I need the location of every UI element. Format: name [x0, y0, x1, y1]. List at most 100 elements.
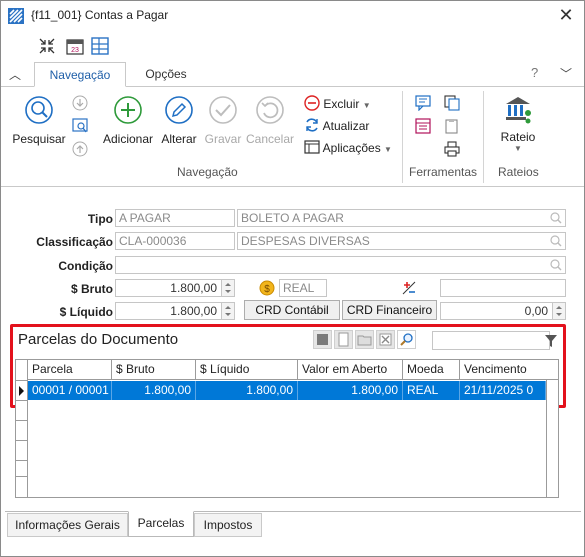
grid-header: Parcela $ Bruto $ Líquido Valor em Abert…: [28, 360, 558, 380]
extra-value-spinner[interactable]: [553, 302, 566, 320]
pesquisar-label: Pesquisar: [12, 132, 66, 146]
extra-field-top[interactable]: [440, 279, 566, 297]
liquido-label: $ Líquido: [59, 305, 113, 319]
tipo-code-field[interactable]: A PAGAR: [115, 209, 235, 227]
ribbon-tabs: ︿ Navegação Opções ? ﹀: [1, 62, 584, 87]
ribbon-expand-icon[interactable]: ﹀: [560, 65, 572, 82]
title-bar: {f11_001} Contas a Pagar ✕: [1, 1, 584, 31]
cell-parcela[interactable]: 00001 / 00001: [28, 381, 112, 400]
grid-layout-icon[interactable]: [90, 36, 110, 56]
refresh-icon: [306, 118, 318, 132]
window-title: {f11_001} Contas a Pagar: [31, 8, 169, 22]
help-icon[interactable]: ?: [531, 65, 538, 80]
close-icon[interactable]: ✕: [554, 5, 578, 27]
cell-moeda[interactable]: REAL: [403, 381, 460, 400]
tab-parcelas[interactable]: Parcelas: [128, 511, 194, 537]
grid-new-button[interactable]: [334, 330, 353, 349]
liquido-spinner[interactable]: [222, 302, 235, 320]
plus-minus-icon[interactable]: [401, 280, 417, 296]
grid-search-input[interactable]: [432, 331, 550, 350]
search-icon: [25, 96, 53, 124]
group-label-ferramentas: Ferramentas: [409, 165, 478, 179]
cell-vencimento[interactable]: 21/11/2025 0: [460, 381, 546, 400]
extra-value-field[interactable]: 0,00: [440, 302, 553, 320]
rateio-button[interactable]: Rateio ▼: [493, 93, 543, 153]
delete-icon: [304, 95, 320, 111]
printer-icon[interactable]: [444, 141, 460, 157]
tab-impostos[interactable]: Impostos: [194, 513, 262, 537]
tab-navegacao[interactable]: Navegação: [34, 62, 126, 87]
calendar-icon[interactable]: 23: [65, 36, 85, 56]
group-label-navegacao: Navegação: [177, 165, 238, 179]
report-icon[interactable]: [415, 118, 431, 134]
grid-vline: [546, 380, 547, 497]
grid-stop-button[interactable]: [313, 330, 332, 349]
condicao-field[interactable]: [115, 256, 566, 274]
bruto-spinner[interactable]: [222, 279, 235, 297]
table-row[interactable]: 00001 / 00001 1.800,00 1.800,00 1.800,00…: [28, 381, 546, 400]
arrow-down-icon[interactable]: [72, 95, 88, 111]
bottom-tabs-line: [5, 511, 581, 512]
liquido-field[interactable]: 1.800,00: [115, 302, 222, 320]
search-icon[interactable]: [549, 211, 563, 225]
col-header-liquido[interactable]: $ Líquido: [196, 360, 298, 380]
alterar-button[interactable]: Alterar: [156, 95, 202, 146]
stop-icon: [317, 334, 328, 345]
ribbon-collapse-icon[interactable]: ︿: [9, 66, 21, 83]
paste-icon[interactable]: [444, 118, 460, 134]
cancelar-button[interactable]: Cancelar: [244, 95, 296, 146]
pesquisar-button[interactable]: Pesquisar: [9, 95, 69, 146]
classificacao-label: Classificação: [36, 235, 113, 249]
atualizar-button[interactable]: Atualizar: [304, 117, 369, 135]
col-header-moeda[interactable]: Moeda: [403, 360, 460, 380]
ribbon-body: Pesquisar Adicionar Alterar Gravar Cance…: [1, 86, 584, 187]
message-icon[interactable]: [415, 95, 431, 111]
cell-bruto[interactable]: 1.800,00: [112, 381, 196, 400]
excluir-button[interactable]: Excluir ▼: [304, 95, 371, 113]
add-icon: [114, 96, 142, 124]
tipo-label: Tipo: [87, 212, 113, 226]
collapse-arrows-icon[interactable]: [37, 36, 57, 56]
search-icon[interactable]: [549, 258, 563, 272]
crd-contabil-button[interactable]: CRD Contábil: [244, 300, 340, 320]
cell-liquido[interactable]: 1.800,00: [196, 381, 298, 400]
pencil-icon: [165, 96, 193, 124]
grid-search-button[interactable]: [397, 330, 416, 349]
aplicacoes-button[interactable]: Aplicações ▼: [304, 139, 392, 157]
grid-open-button[interactable]: [355, 330, 374, 349]
col-header-vencimento[interactable]: Vencimento: [460, 360, 558, 380]
gravar-button[interactable]: Gravar: [200, 95, 246, 146]
cell-valor-aberto[interactable]: 1.800,00: [298, 381, 403, 400]
condicao-label: Condição: [58, 259, 113, 273]
grid-delete-button[interactable]: [376, 330, 395, 349]
tab-opcoes[interactable]: Opções: [131, 62, 201, 87]
search-icon[interactable]: [549, 234, 563, 248]
col-header-valor-aberto[interactable]: Valor em Aberto: [298, 360, 403, 380]
filter-icon[interactable]: [544, 334, 558, 348]
coin-icon: $: [259, 280, 275, 296]
aplicacoes-label: Aplicações: [322, 141, 381, 155]
aplicacoes-dropdown-icon: ▼: [384, 145, 392, 154]
bruto-field[interactable]: 1.800,00: [115, 279, 222, 297]
group-label-rateios: Rateios: [498, 165, 539, 179]
classificacao-code-field[interactable]: CLA-000036: [115, 232, 235, 250]
col-header-bruto[interactable]: $ Bruto: [112, 360, 196, 380]
arrow-up-icon[interactable]: [72, 141, 88, 157]
svg-text:23: 23: [71, 47, 79, 54]
window: {f11_001} Contas a Pagar ✕ 23 ︿ Navegaçã…: [0, 0, 585, 557]
adicionar-button[interactable]: Adicionar: [98, 95, 158, 146]
row-indicator-column: [16, 360, 28, 497]
copy-icon[interactable]: [444, 95, 460, 111]
col-header-parcela[interactable]: Parcela: [28, 360, 112, 380]
bank-share-icon: [506, 97, 531, 124]
excluir-label: Excluir: [323, 97, 360, 111]
list-search-icon[interactable]: [72, 118, 88, 134]
moeda-field[interactable]: REAL: [279, 279, 327, 297]
tab-informacoes-gerais[interactable]: Informações Gerais: [7, 513, 128, 537]
tipo-desc-field[interactable]: BOLETO A PAGAR: [237, 209, 566, 227]
classificacao-desc-field[interactable]: DESPESAS DIVERSAS: [237, 232, 566, 250]
excluir-dropdown-icon: ▼: [362, 101, 371, 110]
crd-financeiro-button[interactable]: CRD Financeiro: [342, 300, 437, 320]
cancelar-label: Cancelar: [245, 132, 295, 146]
adicionar-label: Adicionar: [102, 132, 154, 146]
